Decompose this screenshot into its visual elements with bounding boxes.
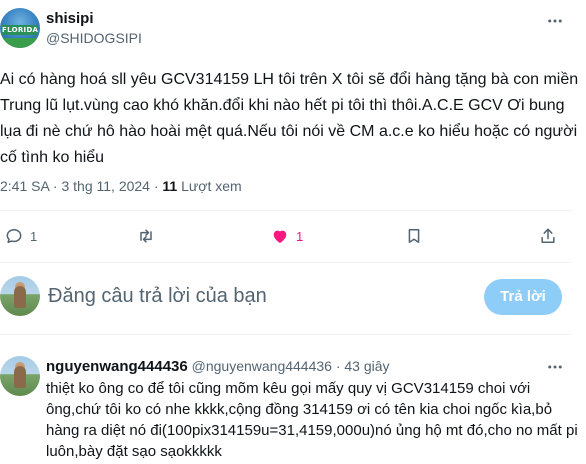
reply-icon xyxy=(6,229,22,243)
tweet-text: Ai có hàng hoá sll yêu GCV314159 LH tôi … xyxy=(0,71,579,166)
reply-header: nguyenwang444436 @nguyenwang444436 · 43 … xyxy=(46,358,390,375)
retweet-icon xyxy=(140,229,152,243)
reply-author-name[interactable]: nguyenwang444436 xyxy=(46,358,188,375)
current-user-avatar[interactable] xyxy=(0,276,40,316)
author-display-name[interactable]: shisipi xyxy=(46,10,94,27)
reply-text: thiệt ko ông co để tôi cũng mõm kêu gọi … xyxy=(46,380,578,460)
avatar-ground xyxy=(0,38,40,48)
author-avatar[interactable]: FLORIDA xyxy=(0,8,40,48)
bookmark-action-button[interactable] xyxy=(404,225,424,247)
reply-author-avatar[interactable] xyxy=(0,356,40,396)
share-action-button[interactable] xyxy=(538,225,558,247)
reply-action-button[interactable]: 1 xyxy=(4,225,37,247)
divider xyxy=(0,210,572,211)
divider xyxy=(0,262,572,263)
tweet-meta: 2:41 SA · 3 thg 11, 2024 · 11 Lượt xem xyxy=(0,178,242,194)
tweet-time[interactable]: 2:41 SA · 3 thg 11, 2024 · xyxy=(0,178,162,194)
views-label: Lượt xem xyxy=(177,178,242,194)
like-action-button[interactable]: 1 xyxy=(270,225,303,247)
reply-button[interactable]: Trả lời xyxy=(484,279,562,315)
author-handle[interactable]: @SHIDOGSIPI xyxy=(46,30,142,46)
like-count: 1 xyxy=(296,228,304,244)
reply-count: 1 xyxy=(30,228,38,244)
avatar-badge: FLORIDA xyxy=(2,25,39,35)
share-icon xyxy=(541,228,555,243)
heart-icon xyxy=(273,230,287,244)
reply-compose-input[interactable]: Đăng câu trả lời của bạn xyxy=(48,285,267,308)
bookmark-icon xyxy=(408,229,420,243)
reply-author-handle-time[interactable]: @nguyenwang444436 · 43 giây xyxy=(188,358,390,374)
views-count: 11 xyxy=(162,178,178,194)
more-options-icon[interactable] xyxy=(546,12,564,30)
reply-more-options-icon[interactable] xyxy=(546,358,564,376)
retweet-action-button[interactable] xyxy=(136,225,162,247)
divider xyxy=(0,334,572,335)
